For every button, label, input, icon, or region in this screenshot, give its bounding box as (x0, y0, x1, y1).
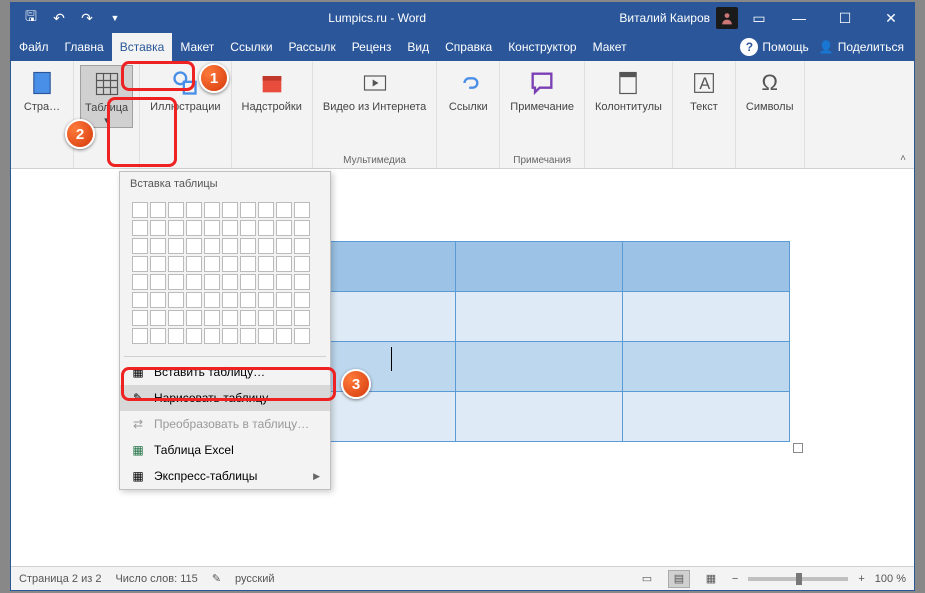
shapes-icon (169, 67, 201, 99)
collapse-ribbon-icon[interactable]: ˄ (900, 153, 906, 164)
table-grid-picker[interactable] (120, 196, 330, 354)
callout-1: 1 (199, 63, 229, 93)
symbols-button[interactable]: Ω Символы (742, 65, 798, 115)
zoom-slider[interactable] (748, 577, 848, 581)
spellcheck-icon[interactable]: ✎ (212, 572, 221, 585)
ribbon-options-icon[interactable]: ▭ (742, 3, 776, 33)
window-controls: ▭ — ☐ ✕ (742, 3, 914, 33)
callout-3: 3 (341, 369, 371, 399)
redo-icon[interactable]: ↷ (75, 6, 99, 30)
avatar[interactable] (716, 7, 738, 29)
links-button[interactable]: Ссылки (443, 65, 493, 115)
table-button[interactable]: Таблица ▼ (80, 65, 133, 128)
table-dropdown: Вставка таблицы ▦ Вставить таблицу… ✎ На… (119, 171, 331, 490)
ribbon: Стра… Таблица ▼ Иллюстрации Надстройки (11, 61, 914, 169)
dropdown-header: Вставка таблицы (120, 172, 330, 196)
tab-home[interactable]: Главна (57, 33, 112, 61)
text-cursor (391, 347, 392, 371)
user-name: Виталий Каиров (619, 11, 710, 25)
omega-icon: Ω (754, 67, 786, 99)
group-text: A Текст (673, 61, 736, 168)
comment-icon (526, 67, 558, 99)
quick-table-icon: ▦ (130, 468, 146, 484)
view-read-button[interactable]: ▭ (636, 570, 658, 588)
maximize-button[interactable]: ☐ (822, 3, 868, 33)
view-print-button[interactable]: ▤ (668, 570, 690, 588)
menu-convert-table: ⇄ Преобразовать в таблицу… (120, 411, 330, 437)
autosave-icon[interactable]: 🖫 (19, 6, 43, 30)
tab-view[interactable]: Вид (399, 33, 437, 61)
group-addins: Надстройки (232, 61, 313, 168)
tab-mailings[interactable]: Рассылк (281, 33, 344, 61)
tab-file[interactable]: Файл (11, 33, 57, 61)
zoom-level[interactable]: 100 % (875, 573, 906, 585)
grid-icon: ▦ (130, 364, 146, 380)
zoom-in-button[interactable]: + (858, 573, 864, 585)
word-window: 🖫 ↶ ↷ ▼ Lumpics.ru - Word Виталий Каиров… (10, 2, 915, 591)
group-media: Видео из Интернета Мультимедиа (313, 61, 437, 168)
pencil-icon: ✎ (130, 390, 146, 406)
undo-icon[interactable]: ↶ (47, 6, 71, 30)
chevron-right-icon: ▶ (313, 471, 320, 482)
group-headerfooter: Колонтитулы (585, 61, 673, 168)
menu-draw-table[interactable]: ✎ Нарисовать таблицу (120, 385, 330, 411)
table-resize-handle[interactable] (793, 443, 803, 453)
statusbar: Страница 2 из 2 Число слов: 115 ✎ русски… (11, 566, 914, 590)
menu-insert-table[interactable]: ▦ Вставить таблицу… (120, 359, 330, 385)
qat-dropdown-icon[interactable]: ▼ (103, 6, 127, 30)
table-icon (91, 68, 123, 100)
status-page[interactable]: Страница 2 из 2 (19, 573, 101, 585)
tab-layout[interactable]: Макет (172, 33, 222, 61)
tab-references[interactable]: Ссылки (222, 33, 280, 61)
tab-tablelayout[interactable]: Макет (585, 33, 635, 61)
excel-icon: ▦ (130, 442, 146, 458)
video-icon (359, 67, 391, 99)
ribbon-tabs: Файл Главна Вставка Макет Ссылки Рассылк… (11, 33, 914, 61)
group-comments: Примечание Примечания (500, 61, 585, 168)
share-button[interactable]: 👤 Поделиться (819, 40, 904, 54)
lightbulb-icon: ? (740, 38, 758, 56)
link-icon (452, 67, 484, 99)
addins-button[interactable]: Надстройки (238, 65, 306, 115)
store-icon (256, 67, 288, 99)
chevron-down-icon: ▼ (103, 116, 111, 125)
minimize-button[interactable]: — (776, 3, 822, 33)
share-icon: 👤 (819, 40, 834, 54)
tab-insert[interactable]: Вставка (112, 33, 173, 61)
header-icon (612, 67, 644, 99)
svg-text:A: A (699, 75, 710, 93)
tab-tabledesign[interactable]: Конструктор (500, 33, 584, 61)
group-tables: Таблица ▼ (74, 61, 140, 168)
user-area[interactable]: Виталий Каиров (619, 7, 742, 29)
status-language[interactable]: русский (235, 573, 274, 585)
group-pages: Стра… (11, 61, 74, 168)
tab-review[interactable]: Реценз (344, 33, 400, 61)
group-links: Ссылки (437, 61, 500, 168)
textbox-icon: A (688, 67, 720, 99)
online-video-button[interactable]: Видео из Интернета (319, 65, 430, 115)
page-icon (26, 67, 58, 99)
menu-quick-tables[interactable]: ▦ Экспресс-таблицы ▶ (120, 463, 330, 489)
text-button[interactable]: A Текст (679, 65, 729, 115)
help-button[interactable]: ? Помощь (740, 38, 808, 56)
titlebar: 🖫 ↶ ↷ ▼ Lumpics.ru - Word Виталий Каиров… (11, 3, 914, 33)
callout-2: 2 (65, 119, 95, 149)
zoom-out-button[interactable]: − (732, 573, 738, 585)
pages-button[interactable]: Стра… (17, 65, 67, 115)
convert-icon: ⇄ (130, 416, 146, 432)
view-web-button[interactable]: ▦ (700, 570, 722, 588)
status-words[interactable]: Число слов: 115 (115, 573, 197, 585)
window-title: Lumpics.ru - Word (135, 11, 619, 25)
quick-access-toolbar: 🖫 ↶ ↷ ▼ (11, 6, 135, 30)
headerfooter-button[interactable]: Колонтитулы (591, 65, 666, 115)
tab-help[interactable]: Справка (437, 33, 500, 61)
close-button[interactable]: ✕ (868, 3, 914, 33)
comment-button[interactable]: Примечание (506, 65, 578, 115)
group-symbols: Ω Символы (736, 61, 805, 168)
menu-excel-table[interactable]: ▦ Таблица Excel (120, 437, 330, 463)
